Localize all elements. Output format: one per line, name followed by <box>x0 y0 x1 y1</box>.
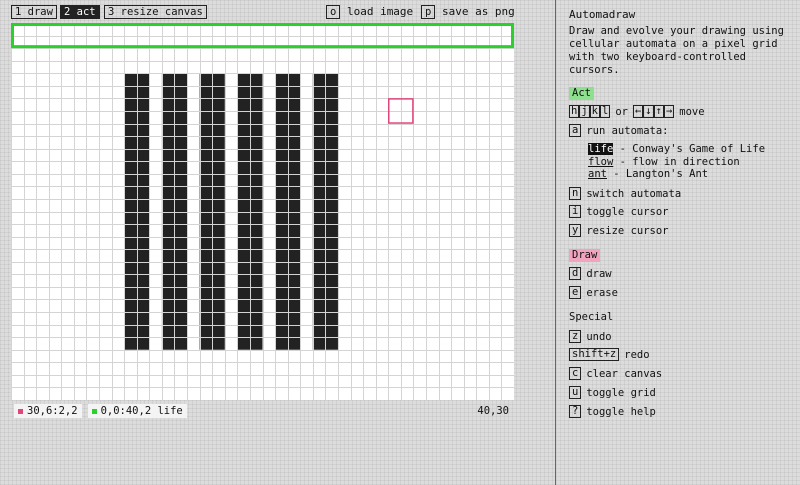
cursor-status: 30,6:2,2 0,0:40,2 life <box>14 404 187 418</box>
clear-canvas-label: clear canvas <box>586 367 663 380</box>
move-row: hjkl or ← ↓ ↑ → move <box>569 105 705 118</box>
mode-act-button[interactable]: 2 act <box>60 5 100 19</box>
erase-label: erase <box>586 286 618 299</box>
mode-act-label: 2 act <box>60 5 100 19</box>
redo-row: shift+z redo <box>569 348 650 361</box>
pixel-bar-4 <box>237 73 263 350</box>
run-automata-label: run automata: <box>586 124 669 137</box>
key-question: ? <box>569 405 582 418</box>
load-image-button[interactable]: o load image <box>326 5 413 19</box>
toggle-grid-label: toggle grid <box>586 386 656 399</box>
key-y: y <box>569 224 582 237</box>
pixel-canvas[interactable] <box>11 23 514 400</box>
mode-draw-label: 1 draw <box>11 5 57 19</box>
erase-row: e erase <box>569 286 618 299</box>
mode-resize-label: 3 resize canvas <box>104 5 207 19</box>
toggle-help-row: ? toggle help <box>569 405 656 418</box>
automata-ant-name: ant <box>588 168 607 180</box>
automata-ant-desc: - Langton's Ant <box>606 168 709 180</box>
undo-row: z undo <box>569 330 612 343</box>
key-n: n <box>569 187 582 200</box>
move-label: move <box>679 105 705 118</box>
automata-life-desc: - Conway's Game of Life <box>613 143 766 155</box>
mode-draw-button[interactable]: 1 draw <box>11 5 57 19</box>
draw-cursor-readout: 30,6:2,2 <box>27 405 78 417</box>
key-a: a <box>569 124 582 137</box>
run-automata-row: a run automata: <box>569 124 669 137</box>
draw-row: d draw <box>569 267 612 280</box>
key-u: u <box>569 386 582 399</box>
switch-automata-row: n switch automata <box>569 187 681 200</box>
act-cursor <box>11 23 514 49</box>
key-c: c <box>569 367 582 380</box>
draw-section-tag: Draw <box>569 249 601 262</box>
key-d: d <box>569 267 582 280</box>
toggle-help-label: toggle help <box>586 405 656 418</box>
move-or: or <box>615 105 628 118</box>
pixel-bar-5 <box>275 73 301 350</box>
act-cursor-status: 0,0:40,2 life <box>87 404 187 418</box>
key-l: l <box>599 105 611 118</box>
automata-life-name: life <box>588 143 614 155</box>
left-arrow-icon: ← <box>632 105 644 118</box>
panel-divider <box>555 0 556 485</box>
clear-canvas-row: c clear canvas <box>569 367 662 380</box>
key-h: h <box>569 105 580 118</box>
load-image-label: load image <box>346 5 414 18</box>
toggle-grid-row: u toggle grid <box>569 386 656 399</box>
automata-flow-desc: - flow in direction <box>613 156 740 168</box>
down-arrow-icon: ↓ <box>643 105 654 118</box>
toggle-cursor-row: i toggle cursor <box>569 205 669 218</box>
load-image-key: o <box>326 5 341 19</box>
mode-resize-button[interactable]: 3 resize canvas <box>104 5 207 19</box>
automata-flow-name: flow <box>588 156 614 168</box>
act-cursor-readout: 0,0:40,2 life <box>100 405 183 417</box>
pink-swatch-icon <box>18 408 23 414</box>
canvas-grid <box>11 23 514 400</box>
right-arrow-icon: → <box>663 105 675 118</box>
draw-cursor <box>388 98 414 124</box>
help-title: Automadraw <box>569 8 636 21</box>
redo-label: redo <box>624 348 650 361</box>
save-png-button[interactable]: p save as png <box>421 5 515 19</box>
save-png-key: p <box>421 5 436 19</box>
arrow-keys: ← ↓ ↑ → <box>632 105 675 118</box>
up-arrow-icon: ↑ <box>653 105 664 118</box>
automata-life: life - Conway's Game of Life <box>588 143 765 156</box>
switch-automata-label: switch automata <box>586 187 682 200</box>
draw-cursor-status: 30,6:2,2 <box>14 404 82 418</box>
pixel-bar-1 <box>124 73 150 350</box>
hjkl-keys: hjkl <box>569 105 611 118</box>
key-e: e <box>569 286 582 299</box>
act-section-tag: Act <box>569 87 594 100</box>
help-description: Draw and evolve your drawing using cellu… <box>569 25 784 76</box>
key-i: i <box>569 205 582 218</box>
special-section-tag: Special <box>569 311 614 323</box>
undo-label: undo <box>586 330 612 343</box>
draw-label: draw <box>586 267 612 280</box>
key-z: z <box>569 330 582 343</box>
automata-ant: ant - Langton's Ant <box>588 168 708 181</box>
toggle-cursor-label: toggle cursor <box>586 205 669 218</box>
key-k: k <box>589 105 600 118</box>
key-j: j <box>579 105 590 118</box>
resize-cursor-row: y resize cursor <box>569 224 669 237</box>
save-png-label: save as png <box>441 5 515 18</box>
key-shift-z: shift+z <box>569 348 620 361</box>
canvas-size-readout: 40,30 <box>477 405 509 417</box>
green-swatch-icon <box>91 408 97 414</box>
resize-cursor-label: resize cursor <box>586 224 669 237</box>
